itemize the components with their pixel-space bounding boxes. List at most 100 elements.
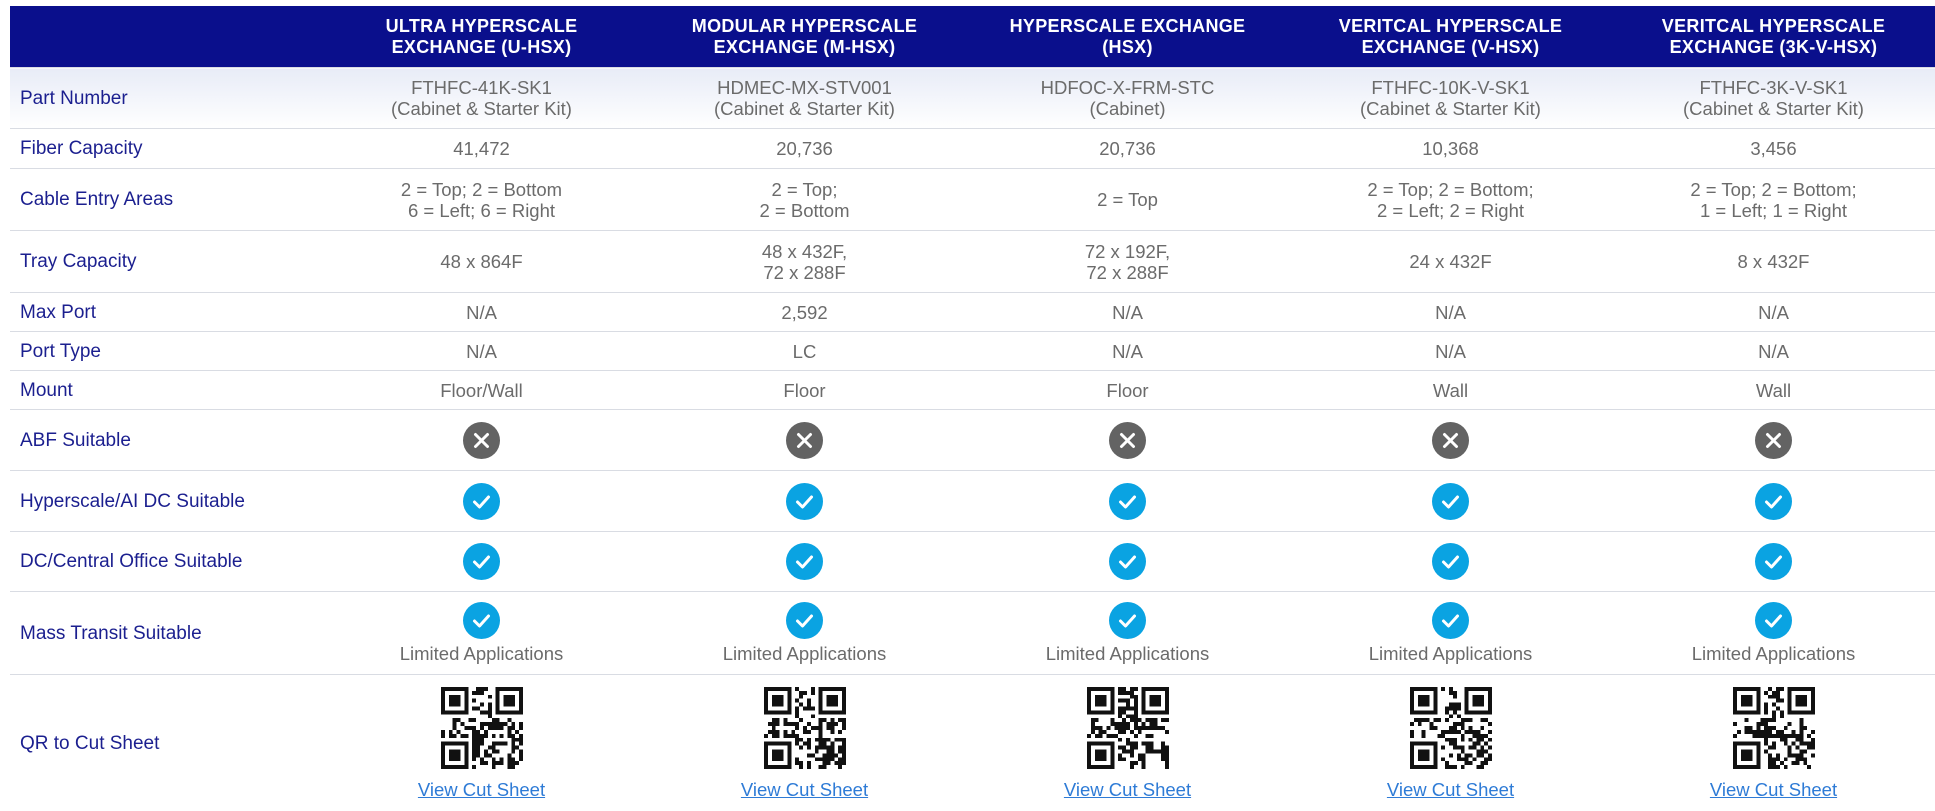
table-cell — [966, 532, 1289, 592]
row-max-port: Max Port N/A 2,592 N/A N/A N/A — [10, 293, 1935, 332]
check-circle-icon — [463, 543, 500, 580]
table-cell: FTHFC-41K-SK1(Cabinet & Starter Kit) — [320, 68, 643, 129]
table-cell: Floor/Wall — [320, 371, 643, 410]
row-part-number: Part Number FTHFC-41K-SK1(Cabinet & Star… — [10, 68, 1935, 129]
row-label: Cable Entry Areas — [10, 169, 320, 231]
table-cell: FTHFC-10K-V-SK1(Cabinet & Starter Kit) — [1289, 68, 1612, 129]
table-cell: N/A — [1612, 332, 1935, 371]
column-header-u-hsx: ULTRA HYPERSCALEEXCHANGE (U-HSX) — [320, 6, 643, 68]
table-cell: View Cut Sheet — [1612, 675, 1935, 811]
check-circle-icon — [1432, 543, 1469, 580]
view-cut-sheet-link[interactable]: View Cut Sheet — [418, 779, 545, 800]
table-cell: 48 x 432F,72 x 288F — [643, 231, 966, 293]
row-label: Tray Capacity — [10, 231, 320, 293]
check-circle-icon — [786, 483, 823, 520]
limited-applications-note: Limited Applications — [1618, 643, 1929, 664]
column-header-hsx: HYPERSCALE EXCHANGE(HSX) — [966, 6, 1289, 68]
row-label: ABF Suitable — [10, 410, 320, 471]
comparison-table-container: ULTRA HYPERSCALEEXCHANGE (U-HSX) MODULAR… — [10, 6, 1935, 811]
table-cell: Floor — [966, 371, 1289, 410]
table-cell: 2 = Top;2 = Bottom — [643, 169, 966, 231]
table-cell: View Cut Sheet — [1289, 675, 1612, 811]
check-circle-icon — [1755, 602, 1792, 639]
limited-applications-note: Limited Applications — [326, 643, 637, 664]
x-circle-icon — [1755, 422, 1792, 459]
table-cell: Limited Applications — [966, 592, 1289, 675]
x-circle-icon — [463, 422, 500, 459]
view-cut-sheet-link[interactable]: View Cut Sheet — [1387, 779, 1514, 800]
x-circle-icon — [1109, 422, 1146, 459]
row-mount: Mount Floor/Wall Floor Floor Wall Wall — [10, 371, 1935, 410]
table-cell: View Cut Sheet — [643, 675, 966, 811]
x-circle-icon — [1432, 422, 1469, 459]
table-cell — [643, 532, 966, 592]
table-cell: Wall — [1612, 371, 1935, 410]
view-cut-sheet-link[interactable]: View Cut Sheet — [1064, 779, 1191, 800]
view-cut-sheet-link[interactable]: View Cut Sheet — [741, 779, 868, 800]
row-label: Port Type — [10, 332, 320, 371]
table-cell: Floor — [643, 371, 966, 410]
qr-code-icon[interactable] — [1733, 687, 1815, 769]
check-circle-icon — [1755, 483, 1792, 520]
table-cell — [1612, 410, 1935, 471]
header-row: ULTRA HYPERSCALEEXCHANGE (U-HSX) MODULAR… — [10, 6, 1935, 68]
table-cell: Limited Applications — [1289, 592, 1612, 675]
table-cell: N/A — [1289, 332, 1612, 371]
row-label: Mass Transit Suitable — [10, 592, 320, 675]
table-cell — [643, 471, 966, 532]
table-cell: N/A — [320, 332, 643, 371]
row-fiber-capacity: Fiber Capacity 41,472 20,736 20,736 10,3… — [10, 129, 1935, 169]
limited-applications-note: Limited Applications — [1295, 643, 1606, 664]
table-cell — [1612, 471, 1935, 532]
table-cell: N/A — [1289, 293, 1612, 332]
qr-code-icon[interactable] — [764, 687, 846, 769]
row-dc-central-office-suitable: DC/Central Office Suitable — [10, 532, 1935, 592]
qr-code-icon[interactable] — [1410, 687, 1492, 769]
row-hyperscale-ai-dc-suitable: Hyperscale/AI DC Suitable — [10, 471, 1935, 532]
view-cut-sheet-link[interactable]: View Cut Sheet — [1710, 779, 1837, 800]
table-cell: 2,592 — [643, 293, 966, 332]
row-tray-capacity: Tray Capacity 48 x 864F 48 x 432F,72 x 2… — [10, 231, 1935, 293]
table-cell: 2 = Top; 2 = Bottom;2 = Left; 2 = Right — [1289, 169, 1612, 231]
table-cell: 2 = Top — [966, 169, 1289, 231]
row-label: Max Port — [10, 293, 320, 332]
column-header-3k-v-hsx: VERITCAL HYPERSCALEEXCHANGE (3K-V-HSX) — [1612, 6, 1935, 68]
table-cell: 8 x 432F — [1612, 231, 1935, 293]
row-cable-entry-areas: Cable Entry Areas 2 = Top; 2 = Bottom6 =… — [10, 169, 1935, 231]
table-cell: N/A — [966, 293, 1289, 332]
limited-applications-note: Limited Applications — [972, 643, 1283, 664]
table-cell: HDMEC-MX-STV001(Cabinet & Starter Kit) — [643, 68, 966, 129]
table-cell: 10,368 — [1289, 129, 1612, 169]
table-cell: 2 = Top; 2 = Bottom6 = Left; 6 = Right — [320, 169, 643, 231]
table-cell: View Cut Sheet — [320, 675, 643, 811]
row-label: Part Number — [10, 68, 320, 129]
table-cell: View Cut Sheet — [966, 675, 1289, 811]
table-cell: 48 x 864F — [320, 231, 643, 293]
table-cell — [1289, 471, 1612, 532]
row-label: DC/Central Office Suitable — [10, 532, 320, 592]
row-label: Fiber Capacity — [10, 129, 320, 169]
qr-code-icon[interactable] — [1087, 687, 1169, 769]
table-cell: FTHFC-3K-V-SK1(Cabinet & Starter Kit) — [1612, 68, 1935, 129]
table-cell: N/A — [966, 332, 1289, 371]
table-cell — [320, 471, 643, 532]
table-cell: N/A — [1612, 293, 1935, 332]
x-circle-icon — [786, 422, 823, 459]
column-header-v-hsx: VERITCAL HYPERSCALEEXCHANGE (V-HSX) — [1289, 6, 1612, 68]
table-cell: Limited Applications — [1612, 592, 1935, 675]
table-cell: 72 x 192F,72 x 288F — [966, 231, 1289, 293]
check-circle-icon — [1109, 483, 1146, 520]
qr-code-icon[interactable] — [441, 687, 523, 769]
check-circle-icon — [1755, 543, 1792, 580]
product-comparison-table: ULTRA HYPERSCALEEXCHANGE (U-HSX) MODULAR… — [10, 6, 1935, 811]
table-cell — [1289, 410, 1612, 471]
check-circle-icon — [1432, 602, 1469, 639]
check-circle-icon — [786, 543, 823, 580]
row-port-type: Port Type N/A LC N/A N/A N/A — [10, 332, 1935, 371]
table-cell — [320, 532, 643, 592]
check-circle-icon — [1432, 483, 1469, 520]
table-cell — [643, 410, 966, 471]
check-circle-icon — [463, 602, 500, 639]
header-blank-cell — [10, 6, 320, 68]
check-circle-icon — [463, 483, 500, 520]
